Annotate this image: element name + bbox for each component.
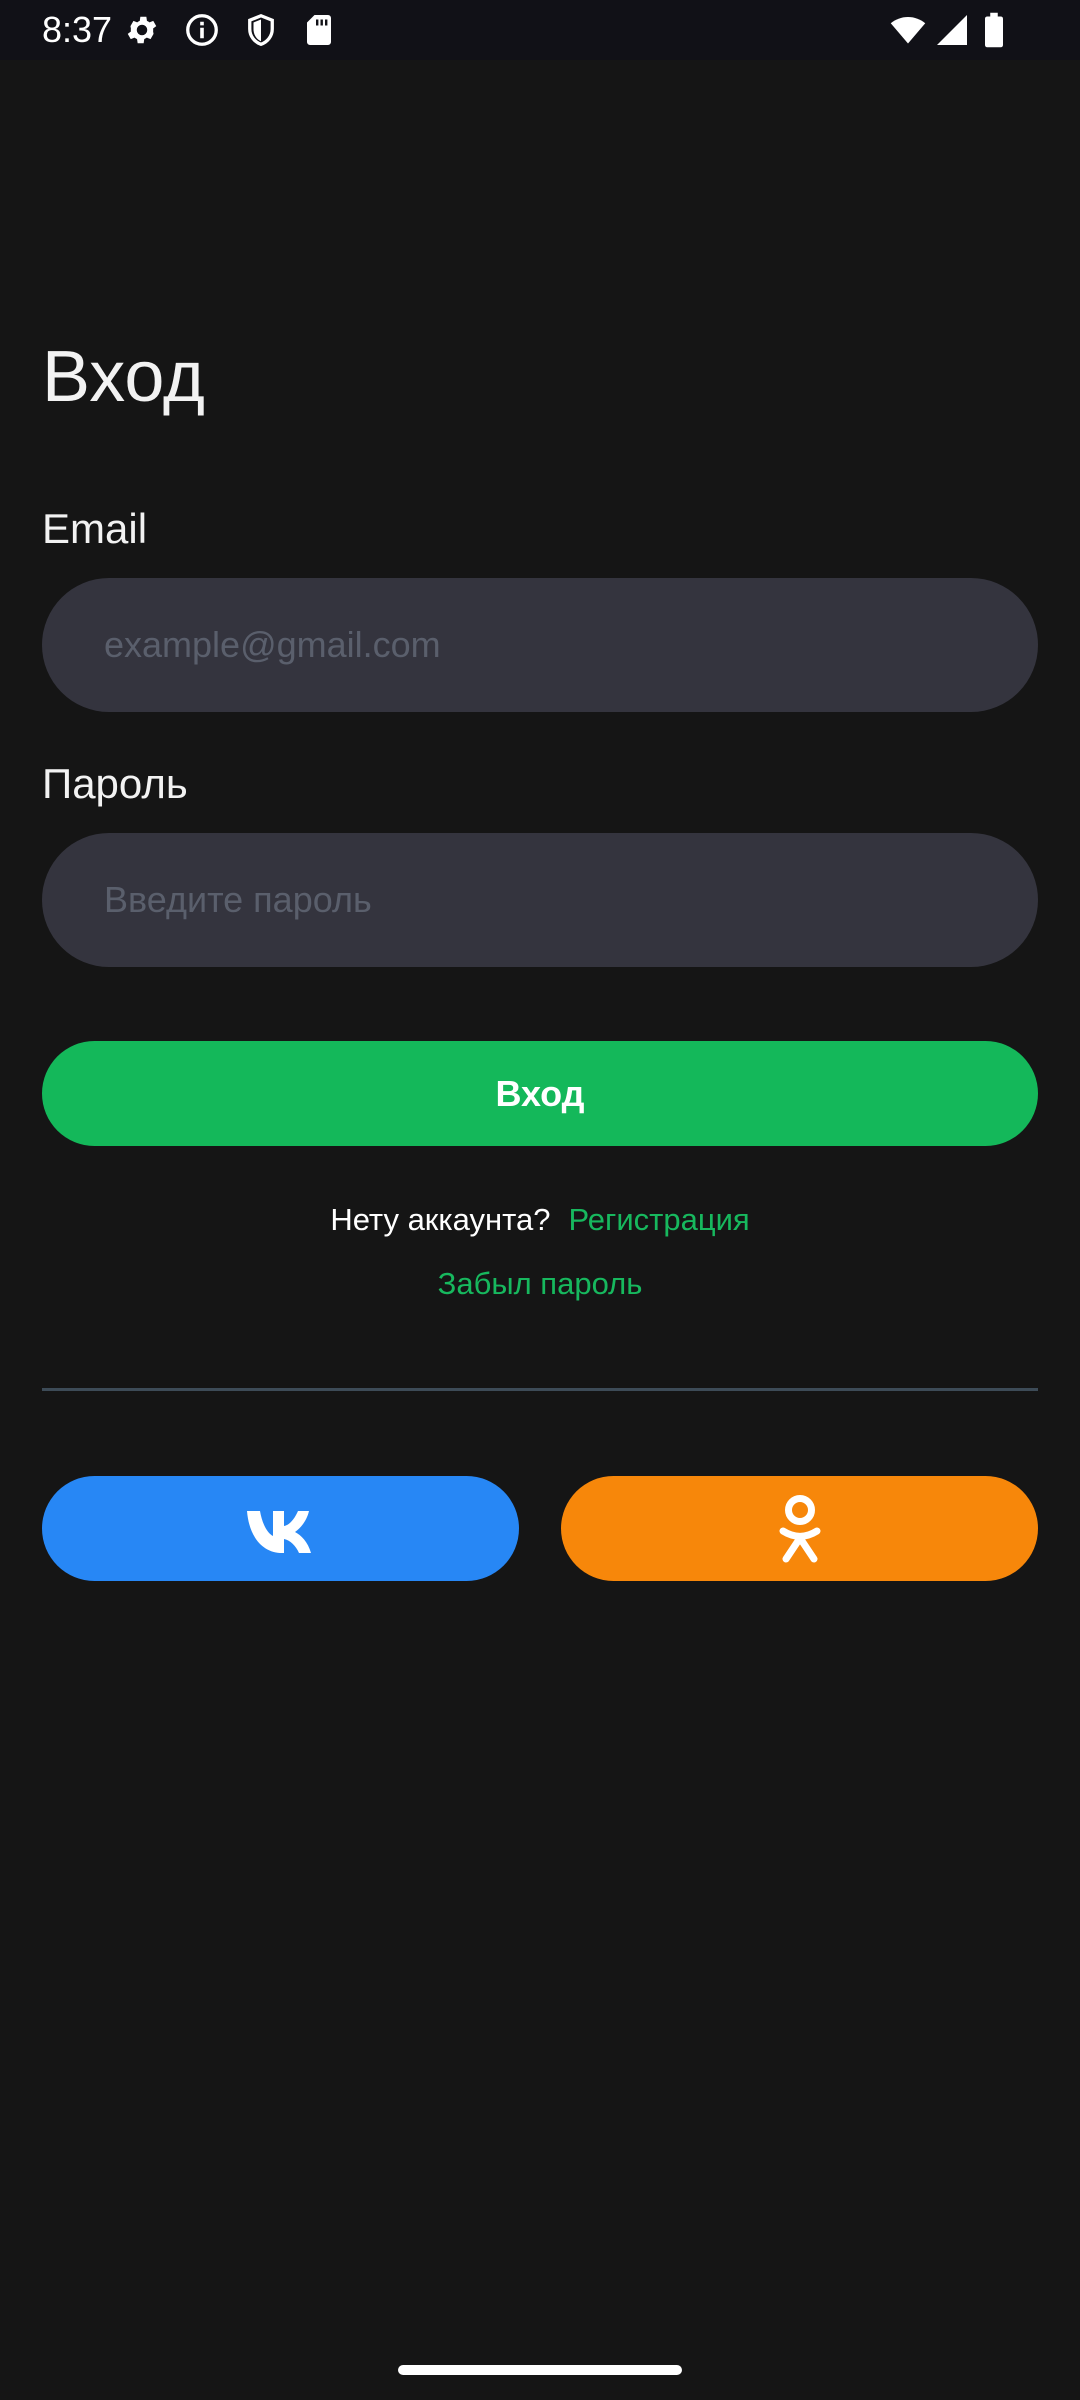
status-time: 8:37: [42, 9, 113, 50]
page-title: Вход: [42, 337, 205, 417]
sd-card-icon: [301, 12, 337, 48]
password-field[interactable]: [42, 833, 1038, 967]
status-bar: 8:37: [0, 0, 1080, 60]
forgot-password-link[interactable]: Забыл пароль: [0, 1264, 1080, 1304]
vk-logo-icon: [245, 1505, 317, 1553]
login-button[interactable]: Вход: [42, 1041, 1038, 1146]
home-indicator[interactable]: [398, 2365, 682, 2375]
register-link[interactable]: Регистрация: [568, 1202, 749, 1237]
cell-signal-icon: [934, 12, 970, 48]
email-field[interactable]: [42, 578, 1038, 712]
info-icon: [184, 12, 220, 48]
email-label: Email: [42, 505, 148, 552]
no-account-text: Нету аккаунта?: [330, 1202, 551, 1237]
gear-icon: [124, 12, 160, 48]
vk-login-button[interactable]: [42, 1476, 519, 1581]
divider: [42, 1388, 1038, 1391]
ok-login-button[interactable]: [561, 1476, 1038, 1581]
odnoklassniki-logo-icon: [777, 1493, 823, 1565]
password-label: Пароль: [42, 760, 188, 807]
battery-icon: [982, 12, 1006, 48]
shield-icon: [243, 12, 279, 48]
wifi-icon: [888, 12, 928, 48]
signup-prompt: Нету аккаунта? Регистрация: [0, 1200, 1080, 1240]
